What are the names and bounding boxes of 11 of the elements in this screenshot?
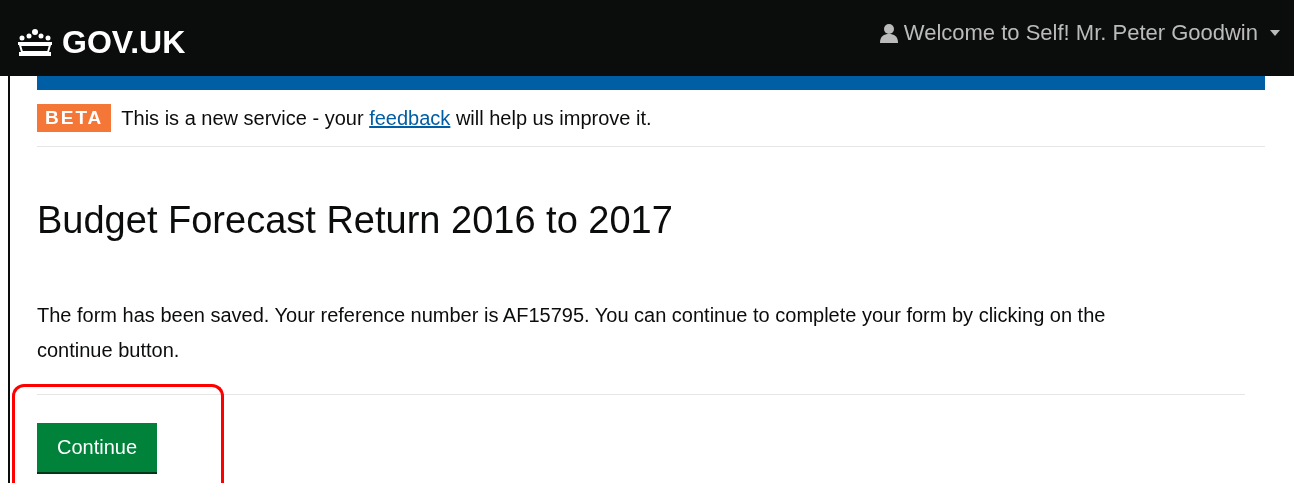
- saved-message: The form has been saved. Your reference number is AF15795. You can continue to complete your form by clicking on the continue button.: [37, 303, 1107, 363]
- caret-icon: [1270, 30, 1280, 36]
- continue-button[interactable]: Continue: [37, 423, 158, 472]
- logo-text[interactable]: GOV.UK: [62, 24, 186, 61]
- beta-tag: BETA: [37, 104, 112, 132]
- user-icon: [879, 23, 898, 43]
- beta-message: This is a new service - your feedback will help us improve it.: [121, 106, 652, 130]
- page-heading: Budget Forecast Return 2016 to 2017: [37, 199, 674, 242]
- user-menu[interactable]: Welcome to Self! Mr. Peter Goodwin: [879, 20, 1280, 46]
- feedback-link[interactable]: feedback: [369, 106, 451, 129]
- crown-icon: [16, 27, 54, 58]
